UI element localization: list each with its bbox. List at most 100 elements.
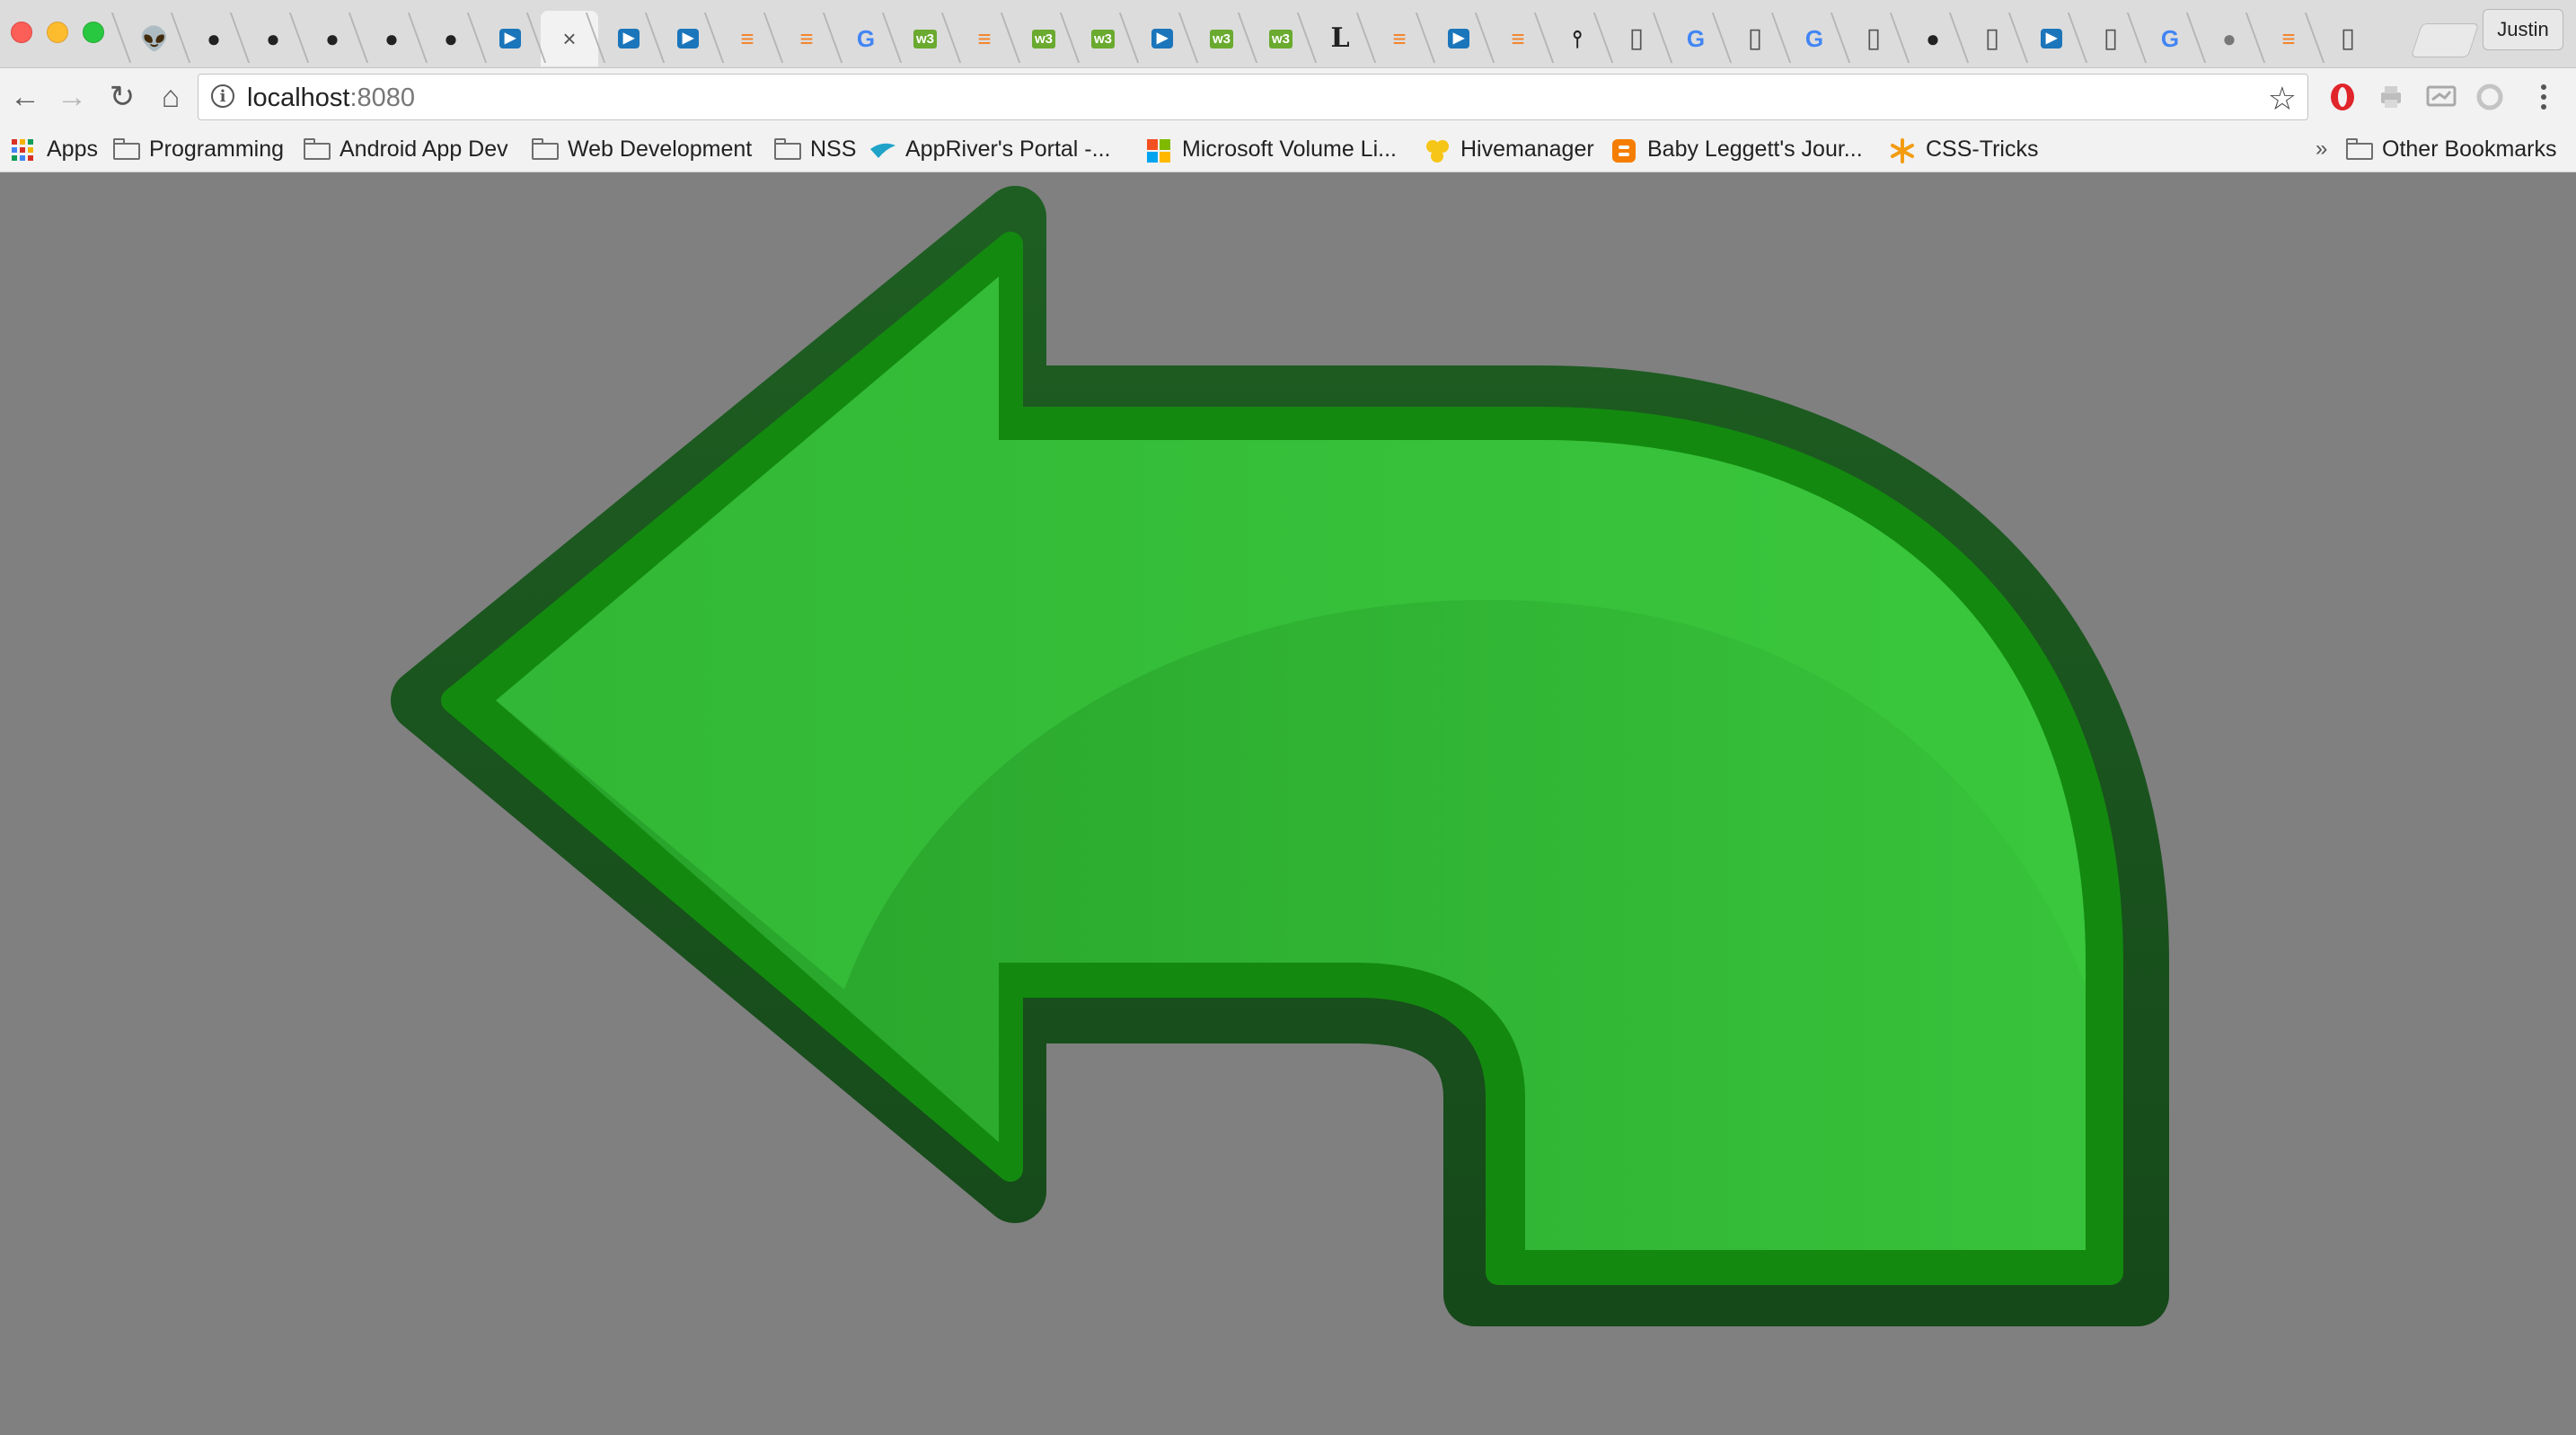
reload-button[interactable]: ↻ — [102, 77, 142, 117]
google-icon: G — [856, 25, 876, 52]
forward-arrow-icon: → — [57, 80, 87, 114]
bookmark-item[interactable]: Programming — [113, 133, 284, 165]
bookmark-item[interactable]: Baby Leggett's Jour... — [1611, 133, 1863, 165]
address-bar[interactable]: i localhost:8080 ☆ — [198, 74, 2308, 120]
folder-icon — [304, 138, 331, 160]
opera-extension-icon[interactable] — [2325, 79, 2360, 115]
document-icon: ▯ — [1984, 23, 2000, 53]
blogger-icon — [1611, 138, 1638, 163]
css-tricks-icon — [1890, 138, 1917, 163]
reddit-icon: 👽 — [139, 25, 170, 52]
bookmark-label: Web Development — [568, 136, 753, 162]
tab-strip: 👽 ● ● ● ● ● ▶ × ▶ ▶ ≡ ≡ Gw3 ≡ w3 w3 ▶ w3 w3 L ≡ ▶ ≡ ⫯ ▯ G ▯ G ▯ ● ▯ ▶ ▯ G… — [0, 0, 2576, 68]
bookmark-label: Hivemanager — [1460, 136, 1594, 162]
bookmark-label: Other Bookmarks — [2382, 136, 2557, 162]
bookmark-item[interactable]: AppRiver's Portal -... — [869, 133, 1110, 165]
bookmarks-overflow-button[interactable]: » — [2316, 133, 2327, 165]
google-icon: G — [1686, 25, 1706, 52]
slides-icon: ▶ — [1151, 29, 1174, 48]
bookmark-label: Programming — [149, 136, 285, 162]
github-icon: ● — [444, 25, 458, 52]
printer-extension-icon[interactable] — [2373, 79, 2409, 115]
document-icon: ▯ — [1628, 23, 1645, 53]
forward-button[interactable]: → — [52, 77, 92, 117]
slides-icon: ▶ — [617, 29, 640, 48]
close-window-button[interactable] — [11, 22, 32, 43]
bookmark-apps[interactable]: Apps — [11, 133, 98, 165]
w3-icon: w3 — [1031, 29, 1055, 48]
close-icon[interactable]: × — [562, 27, 576, 50]
bookmark-item[interactable]: Microsoft Volume Li... — [1146, 133, 1397, 165]
slides-icon: ▶ — [676, 29, 700, 48]
bookmark-item[interactable]: Web Development — [532, 133, 752, 165]
w3-icon: w3 — [1209, 29, 1233, 48]
back-arrow-image — [391, 186, 2169, 1326]
bookmark-other-bookmarks[interactable]: Other Bookmarks — [2346, 133, 2557, 165]
minimize-window-button[interactable] — [47, 22, 68, 43]
microsoft-icon — [1146, 138, 1173, 163]
bookmark-item[interactable]: NSS — [774, 133, 856, 165]
bookmark-star-icon[interactable]: ☆ — [2268, 80, 2297, 118]
bookmark-label: NSS — [810, 136, 857, 162]
apps-grid-icon — [11, 138, 38, 161]
stackoverflow-icon: ≡ — [740, 25, 754, 52]
info-icon[interactable]: i — [211, 84, 234, 108]
github-icon: ● — [266, 25, 280, 52]
stackoverflow-icon: ≡ — [1511, 25, 1525, 52]
google-icon: G — [2160, 25, 2180, 52]
back-arrow-icon: ← — [10, 80, 40, 114]
address-bar-url[interactable]: localhost:8080 — [247, 84, 415, 113]
bookmark-label: Android App Dev — [340, 136, 508, 162]
back-button[interactable]: ← — [5, 77, 45, 117]
document-icon: ▯ — [2103, 23, 2119, 53]
bookmark-item[interactable]: Hivemanager — [1425, 133, 1594, 165]
stackoverflow-icon: ≡ — [1392, 25, 1407, 52]
document-icon: ▯ — [2340, 23, 2356, 53]
folder-icon — [774, 138, 801, 160]
document-icon: ▯ — [1747, 23, 1763, 53]
slides-icon: ▶ — [2040, 29, 2063, 48]
apple-icon: ● — [2222, 25, 2236, 52]
browser-tab[interactable]: ▯ — [2319, 11, 2377, 66]
bookmark-item[interactable]: Android App Dev — [304, 133, 508, 165]
reload-icon: ↻ — [109, 80, 136, 114]
cast-extension-icon[interactable] — [2423, 79, 2459, 115]
url-port: :8080 — [349, 84, 416, 112]
bookmark-label: Apps — [47, 136, 98, 162]
menu-icon[interactable] — [2526, 79, 2562, 115]
github-icon: ● — [207, 25, 221, 52]
browser-toolbar: ← → ↻ ⌂ i localhost:8080 ☆ — [0, 68, 2576, 128]
bookmarks-bar: Apps Programming Android App Dev Web Devel… — [0, 128, 2576, 172]
stackoverflow-icon: ≡ — [2281, 25, 2296, 52]
pin-icon: ⫯ — [1572, 25, 1583, 52]
github-icon: ● — [1926, 25, 1940, 52]
bookmark-label: Microsoft Volume Li... — [1182, 136, 1397, 162]
w3-icon: w3 — [1090, 29, 1115, 48]
home-icon: ⌂ — [161, 80, 181, 114]
sync-extension-icon[interactable] — [2472, 79, 2508, 115]
folder-icon — [532, 138, 559, 160]
github-icon: ● — [325, 25, 340, 52]
new-tab-button[interactable] — [2410, 23, 2480, 57]
hive-icon — [1425, 138, 1451, 163]
bookmark-label: CSS-Tricks — [1926, 136, 2039, 162]
bookmark-label: AppRiver's Portal -... — [905, 136, 1111, 162]
slides-icon: ▶ — [498, 29, 522, 48]
tab-list: 👽 ● ● ● ● ● ▶ × ▶ ▶ ≡ ≡ Gw3 ≡ w3 w3 ▶ w3 w3 L ≡ ▶ ≡ ⫯ ▯ G ▯ G ▯ ● ▯ ▶ ▯ G… — [126, 11, 2461, 66]
bookmark-label: Baby Leggett's Jour... — [1647, 136, 1863, 162]
w3-icon: w3 — [1268, 29, 1292, 48]
slides-icon: ▶ — [1447, 29, 1470, 48]
home-button[interactable]: ⌂ — [151, 77, 190, 117]
appriver-icon — [869, 138, 896, 160]
w3-icon: w3 — [913, 29, 937, 48]
letter-l-icon: L — [1330, 22, 1350, 54]
folder-icon — [2346, 138, 2373, 160]
stackoverflow-icon: ≡ — [799, 25, 814, 52]
github-icon: ● — [384, 25, 399, 52]
bookmark-item[interactable]: CSS-Tricks — [1890, 133, 2038, 165]
zoom-window-button[interactable] — [83, 22, 104, 43]
page-content — [0, 172, 2576, 1435]
google-icon: G — [1804, 25, 1824, 52]
profile-button[interactable]: Justin — [2483, 9, 2563, 50]
document-icon: ▯ — [1866, 23, 1882, 53]
